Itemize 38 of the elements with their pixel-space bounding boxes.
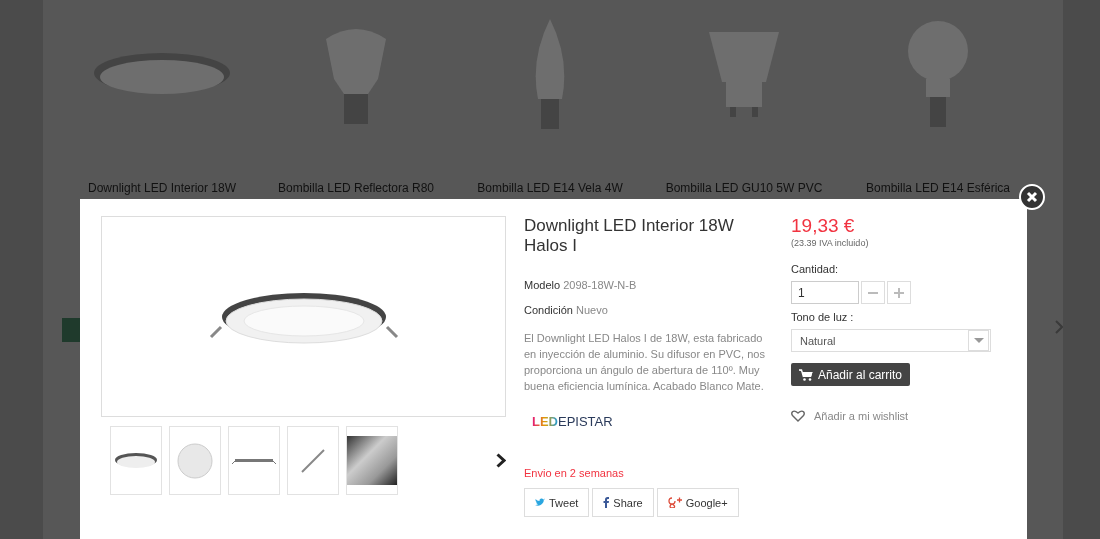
caret-down-icon bbox=[973, 338, 984, 343]
tone-label: Tono de luz : bbox=[791, 311, 855, 323]
chevron-right-icon[interactable] bbox=[496, 453, 506, 468]
price: 19,33 € bbox=[791, 216, 856, 236]
panel-edge-thumbnail-drawing bbox=[300, 447, 326, 474]
cart-icon bbox=[799, 368, 813, 381]
thumbnail[interactable] bbox=[346, 426, 398, 495]
google-plus-icon bbox=[667, 497, 682, 508]
tax-note: (23.39 IVA incluido) bbox=[791, 238, 870, 248]
model-line: Modelo 2098-18W-N-B bbox=[524, 279, 638, 291]
condition-line: Condición Nuevo bbox=[524, 304, 609, 316]
panel-side-thumbnail-drawing bbox=[232, 456, 276, 465]
product-description: El Downlight LED Halos I de 18W, esta fabricado en inyección de aluminio. Su difusor en PVC, nos proporciona un ángulo de abertura de 110º. Muy buena eficiencia lumínica. Acabado Blanco Mate. bbox=[524, 331, 766, 394]
quantity-field[interactable]: 1 bbox=[791, 281, 859, 304]
add-to-cart-button[interactable]: Añadir al carrito bbox=[791, 363, 911, 386]
share-button[interactable]: Google+ bbox=[656, 488, 739, 517]
brand-logo-mark: LED bbox=[532, 414, 558, 429]
share-button[interactable]: Share bbox=[592, 488, 654, 517]
brand-logo-name: EPISTAR bbox=[558, 414, 613, 429]
tone-select[interactable]: Natural bbox=[791, 329, 991, 352]
disc-thumbnail-drawing bbox=[177, 442, 213, 479]
downlight-thumbnail-drawing bbox=[113, 450, 159, 471]
availability-text: Envio en 2 semanas bbox=[524, 467, 625, 479]
wishlist-link[interactable]: Añadir a mi wishlist bbox=[791, 410, 991, 422]
thumbnail[interactable] bbox=[287, 426, 339, 495]
carousel-tile bbox=[62, 318, 80, 342]
thumbnail[interactable] bbox=[228, 426, 280, 495]
product-title: Downlight LED Interior 18W Halos I bbox=[524, 216, 735, 256]
heart-icon bbox=[791, 410, 805, 422]
bird-icon bbox=[535, 498, 545, 507]
photo-placeholder bbox=[347, 436, 397, 485]
share-button[interactable]: Tweet bbox=[524, 488, 590, 517]
quantity-label: Cantidad: bbox=[791, 263, 840, 275]
facebook-f-icon bbox=[603, 497, 610, 508]
plus-icon bbox=[894, 287, 904, 298]
minus-icon bbox=[868, 291, 878, 294]
thumbnail[interactable] bbox=[169, 426, 221, 495]
thumbnail[interactable] bbox=[110, 426, 162, 495]
